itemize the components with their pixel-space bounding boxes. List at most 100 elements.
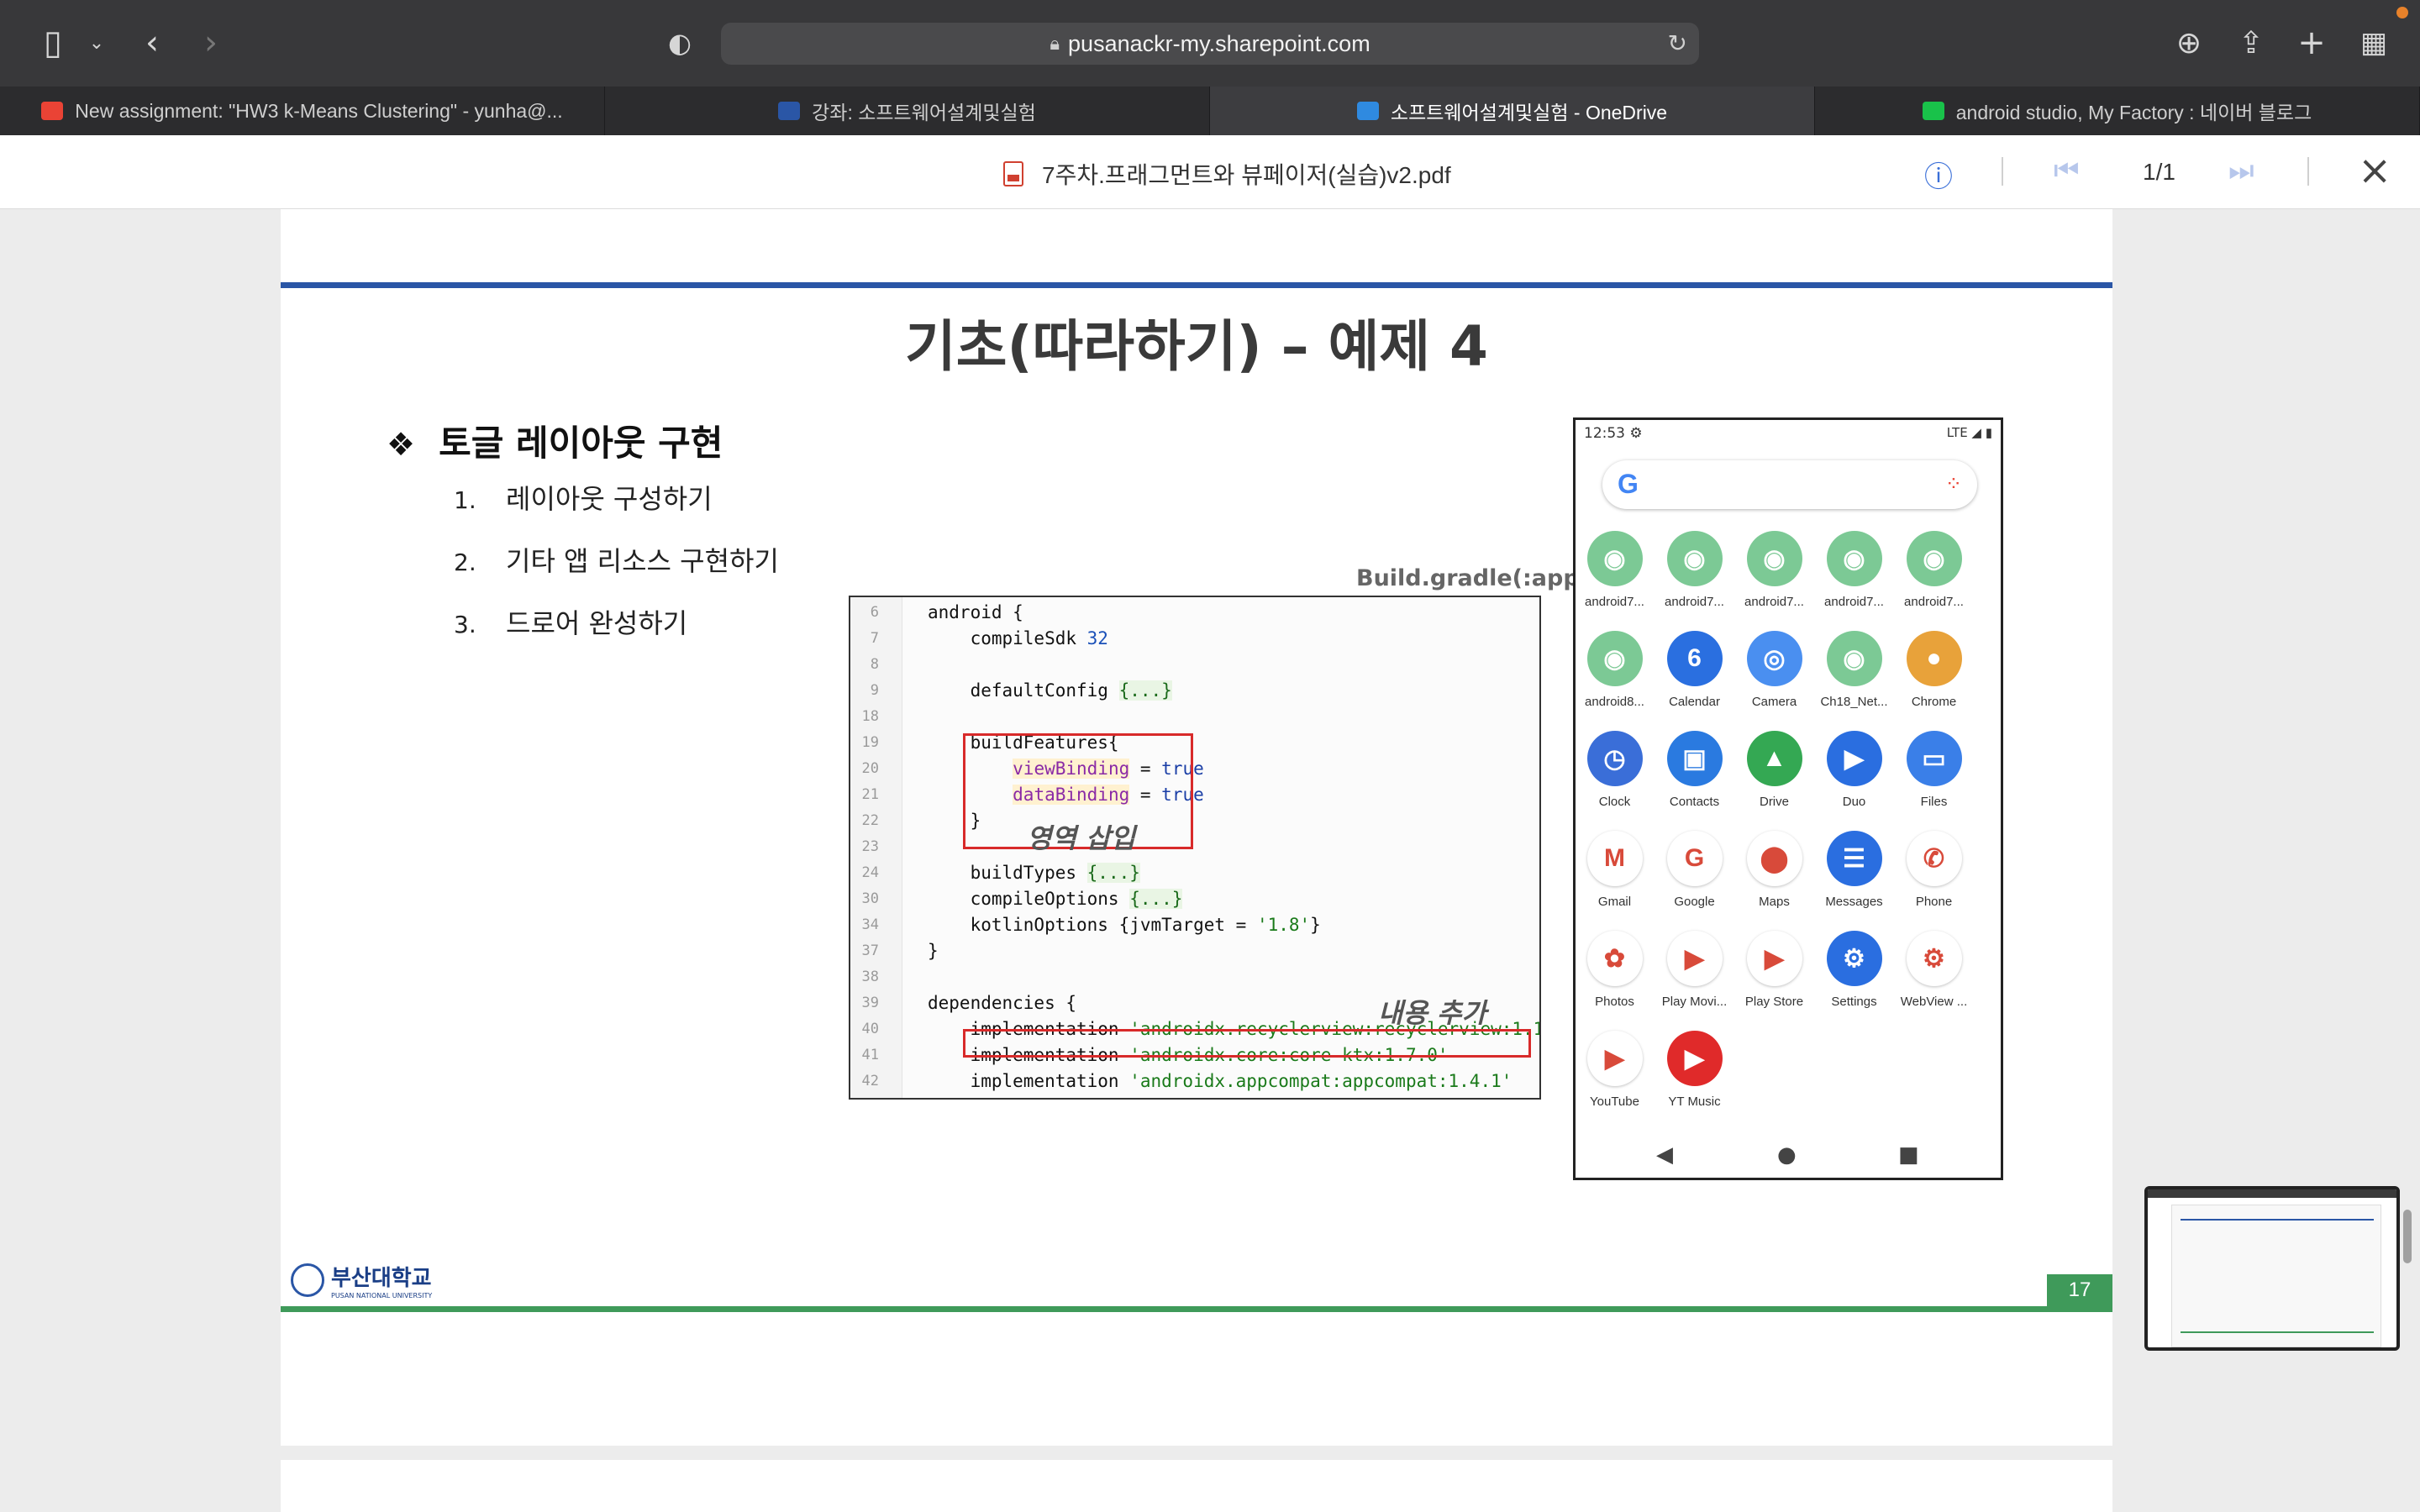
share-icon[interactable]: ⇪ <box>2230 22 2272 64</box>
app-label: Settings <box>1831 995 1877 1009</box>
app-label: YouTube <box>1590 1095 1639 1109</box>
annotation-insert: 영역 삽입 <box>1027 822 1135 854</box>
app-icon: ◉ <box>1586 531 1643 586</box>
app-label: Gmail <box>1597 895 1632 909</box>
chevron-down-icon[interactable]: ⌄ <box>76 22 118 64</box>
app-icon-item: ▶ YouTube <box>1575 1031 1655 1109</box>
app-icon-item: ◉ android7... <box>1814 531 1894 609</box>
app-icon: G <box>1666 831 1723 886</box>
list-item: 3. 드로어 완성하기 <box>454 607 688 639</box>
app-label: android7... <box>1665 595 1724 609</box>
code-text: buildTypes {...} <box>928 862 1140 883</box>
app-icon: ▣ <box>1666 731 1723 786</box>
app-label: Files <box>1920 795 1948 809</box>
app-icon-item: M Gmail <box>1575 831 1655 909</box>
app-icon: ◷ <box>1586 731 1643 786</box>
page-thumbnail[interactable] <box>2144 1186 2400 1351</box>
line-number: 20 <box>861 759 879 777</box>
app-icon-item: ◎ Camera <box>1734 631 1814 709</box>
new-tab-icon[interactable]: + <box>2291 22 2333 64</box>
code-line: 20 viewBinding = true <box>850 755 1539 781</box>
code-line: 19 buildFeatures{ <box>850 729 1539 755</box>
app-label: WebView ... <box>1900 995 1968 1009</box>
reload-icon[interactable]: ↻ <box>1668 29 1687 57</box>
app-label: Google <box>1674 895 1715 909</box>
close-icon[interactable]: × <box>2358 147 2391 194</box>
app-label: Camera <box>1751 695 1797 709</box>
tab-onedrive[interactable]: 소프트웨어설계및실험 - OneDrive <box>1210 87 1815 135</box>
app-icon: ▶ <box>1666 1031 1723 1086</box>
code-text: dependencies { <box>928 992 1077 1013</box>
tab-gmail[interactable]: New assignment: "HW3 k-Means Clustering"… <box>0 87 605 135</box>
code-line: 8 <box>850 651 1539 677</box>
list-item: 1. 레이아웃 구성하기 <box>454 483 713 515</box>
line-number: 30 <box>861 890 879 907</box>
code-line: 22 } <box>850 807 1539 833</box>
nav-recents-icon: ■ <box>1898 1142 1919 1168</box>
app-icon-item: ✆ Phone <box>1894 831 1974 909</box>
line-number: 6 <box>870 603 879 621</box>
header-rule <box>281 282 2112 288</box>
line-number: 23 <box>861 837 879 855</box>
scrollbar[interactable] <box>2403 1210 2412 1263</box>
list-item: 2. 기타 앱 리소스 구현하기 <box>454 545 779 577</box>
app-icon: ✿ <box>1586 931 1643 986</box>
code-line: 21 dataBinding = true <box>850 781 1539 807</box>
diamond-bullet-icon: ❖ <box>387 426 416 463</box>
url-text: pusanackr-my.sharepoint.com <box>1068 30 1370 56</box>
code-line: 6 android { <box>850 599 1539 625</box>
app-label: Phone <box>1915 895 1953 909</box>
assistant-icon: ⁘ <box>1944 472 1962 496</box>
code-text: kotlinOptions {jvmTarget = '1.8'} <box>928 914 1321 935</box>
app-icon-item: ✿ Photos <box>1575 931 1655 1009</box>
line-number: 41 <box>861 1046 879 1063</box>
download-icon[interactable]: ⊕ <box>2168 22 2210 64</box>
step-list: 1. 레이아웃 구성하기 2. 기타 앱 리소스 구현하기 3. 드로어 완성하기 <box>454 478 779 664</box>
app-icon-item: ⚙ Settings <box>1814 931 1894 1009</box>
divider <box>2002 157 2003 186</box>
onedrive-icon <box>1356 102 1379 120</box>
back-icon[interactable]: ‹ <box>131 22 173 64</box>
tab-course[interactable]: 강좌: 소프트웨어설계및실험 <box>605 87 1210 135</box>
google-search-bar: G ⁘ <box>1602 460 1977 509</box>
app-icon: 6 <box>1666 631 1723 686</box>
info-icon[interactable]: ⓘ <box>1924 154 1953 195</box>
download-badge <box>2396 7 2408 18</box>
app-label: android7... <box>1904 595 1964 609</box>
tab-naver-blog[interactable]: android studio, My Factory : 네이버 블로그 <box>1815 87 2420 135</box>
highlight-box <box>963 1029 1531 1058</box>
app-icon-item: ▲ Drive <box>1734 731 1814 809</box>
code-line: 34 kotlinOptions {jvmTarget = '1.8'} <box>850 911 1539 937</box>
app-icon-item: ▶ YT Music <box>1655 1031 1734 1109</box>
forward-icon[interactable]: › <box>190 22 232 64</box>
pdf-header: 7주차.프래그먼트와 뷰페이저(실습)v2.pdf ⓘ ⏮ 1/1 ⏭ × <box>0 135 2420 209</box>
line-number: 22 <box>861 811 879 829</box>
app-icon: ▶ <box>1826 731 1882 786</box>
app-label: android7... <box>1585 595 1644 609</box>
app-label: Calendar <box>1669 695 1720 709</box>
shield-icon[interactable]: ◐ <box>659 22 701 64</box>
app-icon: ● <box>1906 631 1962 686</box>
line-number: 21 <box>861 785 879 803</box>
app-label: android7... <box>1824 595 1884 609</box>
sidebar-toggle-icon[interactable]: ▯ <box>32 22 74 64</box>
first-page-icon[interactable]: ⏮ <box>2054 154 2080 187</box>
code-line: 38 <box>850 963 1539 990</box>
app-icon: ▶ <box>1666 931 1723 986</box>
app-label: Photos <box>1595 995 1634 1009</box>
app-icon-item: ◉ android8... <box>1575 631 1655 709</box>
last-page-icon[interactable]: ⏭ <box>2228 154 2254 187</box>
app-icon-item: ▶ Play Movi... <box>1655 931 1734 1009</box>
address-bar[interactable]: 🔒︎ pusanackr-my.sharepoint.com ↻ <box>721 23 1699 65</box>
app-icon: ⬤ <box>1746 831 1802 886</box>
app-icon-item: ▣ Contacts <box>1655 731 1734 809</box>
code-line: 24 buildTypes {...} <box>850 859 1539 885</box>
google-g-icon: G <box>1618 469 1639 499</box>
app-icon-item: ▶ Duo <box>1814 731 1894 809</box>
app-label: Clock <box>1598 795 1631 809</box>
app-icon: M <box>1586 831 1643 886</box>
line-number: 39 <box>861 994 879 1011</box>
tab-overview-icon[interactable]: ▦ <box>2353 22 2395 64</box>
app-label: Play Movi... <box>1661 995 1728 1009</box>
app-label: Maps <box>1759 895 1790 909</box>
